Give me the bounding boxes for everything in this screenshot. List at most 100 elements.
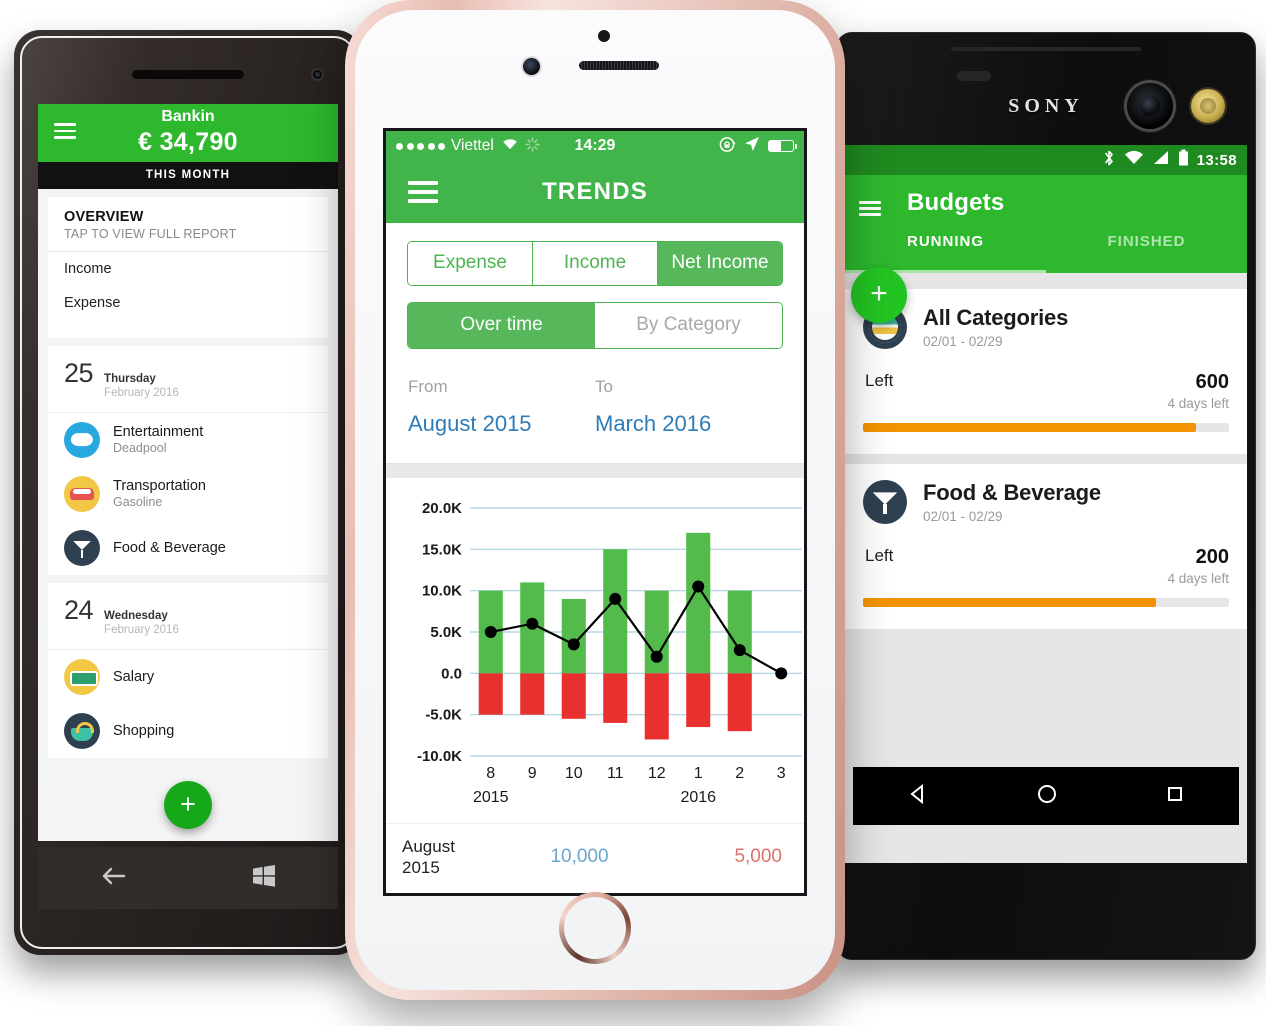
segment-income[interactable]: Income <box>533 242 658 285</box>
game-controller-icon <box>64 421 100 458</box>
svg-text:15.0K: 15.0K <box>422 541 462 558</box>
day-number: 25 <box>64 358 94 388</box>
sony-android-device: SONY 13:58 Budgets RUNNING FINISHED + Al… <box>836 32 1256 960</box>
budget-amount: 600 <box>1195 371 1229 393</box>
budget-header: All Categories 02/01 - 02/29 <box>863 305 1229 349</box>
list-item[interactable]: Food & Beverage <box>48 521 328 575</box>
svg-text:10.0K: 10.0K <box>422 583 462 600</box>
list-item[interactable]: All Categories 02/01 - 02/29 Left 600 4 … <box>845 289 1247 454</box>
android-status-bar: 13:58 <box>845 145 1247 175</box>
summary-row[interactable]: August 2015 10,000 5,000 <box>386 823 804 893</box>
list-item[interactable]: Transportation Gasoline <box>48 467 328 521</box>
triangle-back-icon[interactable] <box>905 781 931 812</box>
svg-text:8: 8 <box>486 765 495 782</box>
svg-text:12: 12 <box>648 765 666 782</box>
progress-bar <box>863 598 1229 607</box>
list-item[interactable]: Entertainment Deadpool <box>48 413 328 467</box>
svg-text:2016: 2016 <box>680 789 716 806</box>
sony-phone-screen: 13:58 Budgets RUNNING FINISHED + All Cat… <box>845 145 1247 863</box>
period-label[interactable]: THIS MONTH <box>38 162 338 189</box>
rotation-lock-icon <box>719 136 736 157</box>
ios-status-bar: Viettel 14:29 <box>386 131 804 161</box>
from-field[interactable]: From August 2015 <box>408 377 595 437</box>
windows-logo-icon[interactable] <box>252 864 276 893</box>
list-item[interactable]: Shopping <box>48 704 328 758</box>
segment-net-income[interactable]: Net Income <box>658 242 782 285</box>
svg-text:0.0: 0.0 <box>441 665 462 682</box>
svg-text:-5.0K: -5.0K <box>425 707 462 724</box>
to-value[interactable]: March 2016 <box>595 411 782 437</box>
days-left-label: 4 days left <box>1167 571 1229 586</box>
type-segmented-control: Expense Income Net Income <box>407 241 783 286</box>
windows-phone-shell: Bankin € 34,790 THIS MONTH OVERVIEW TAP … <box>20 36 356 949</box>
overview-card[interactable]: OVERVIEW TAP TO VIEW FULL REPORT Income … <box>48 197 328 338</box>
iphone-shell: Viettel 14:29 TRENDS Expense Income Net … <box>345 0 845 1000</box>
segment-over-time[interactable]: Over time <box>408 303 595 348</box>
home-button[interactable] <box>559 892 631 964</box>
ios-app-bar: TRENDS <box>386 161 804 223</box>
budget-header: Food & Beverage 02/01 - 02/29 <box>863 480 1229 524</box>
circle-home-icon[interactable] <box>1034 781 1060 812</box>
from-value[interactable]: August 2015 <box>408 411 595 437</box>
transaction-category: Shopping <box>113 722 175 739</box>
budget-amount-row: Left 200 4 days left <box>863 546 1229 586</box>
front-camera-icon <box>1127 83 1173 129</box>
budget-amount: 200 <box>1195 546 1229 568</box>
transaction-category: Entertainment <box>113 424 204 441</box>
progress-fill <box>863 423 1197 432</box>
month-label: February 2016 <box>104 387 179 400</box>
proximity-sensor-icon <box>598 30 610 42</box>
transaction-note: Deadpool <box>113 441 167 456</box>
day-number: 24 <box>64 594 94 625</box>
square-recents-icon[interactable] <box>1163 782 1187 811</box>
svg-text:1: 1 <box>694 765 703 782</box>
iphone-screen: Viettel 14:29 TRENDS Expense Income Net … <box>383 128 807 896</box>
summary-month: August 2015 <box>402 836 512 879</box>
android-app-bar: Budgets RUNNING FINISHED <box>845 175 1247 273</box>
tab-finished[interactable]: FINISHED <box>1046 233 1247 273</box>
signal-icon <box>1152 150 1170 171</box>
budget-date-range: 02/01 - 02/29 <box>923 509 1003 524</box>
earpiece-speaker <box>579 61 659 70</box>
add-budget-button[interactable]: + <box>851 267 907 323</box>
hamburger-icon[interactable] <box>859 201 881 216</box>
transaction-note: Gasoline <box>113 495 163 510</box>
sync-spinner-icon <box>525 136 540 156</box>
earpiece-speaker <box>957 71 991 81</box>
month-label: February 2016 <box>104 624 179 637</box>
summary-income: 10,000 <box>550 846 609 868</box>
to-field[interactable]: To March 2016 <box>595 377 782 437</box>
transaction-category: Food & Beverage <box>113 539 226 556</box>
left-label: Left <box>865 371 894 390</box>
list-item[interactable]: Food & Beverage 02/01 - 02/29 Left 200 4… <box>845 464 1247 629</box>
day-group-25: 25 Thursday February 2016 Entertainment … <box>48 346 328 575</box>
from-label: From <box>408 377 448 396</box>
basket-icon <box>64 712 100 749</box>
windows-phone-navbar <box>38 847 338 909</box>
overview-row-income: Income <box>64 261 112 277</box>
cocktail-icon <box>863 480 907 524</box>
progress-fill <box>863 598 1156 607</box>
svg-text:-10.0K: -10.0K <box>417 748 462 765</box>
bluetooth-icon <box>1102 149 1116 172</box>
back-arrow-icon[interactable] <box>101 867 127 890</box>
segment-by-category[interactable]: By Category <box>595 303 782 348</box>
list-item[interactable]: Salary <box>48 650 328 704</box>
iphone-device: Viettel 14:29 TRENDS Expense Income Net … <box>345 0 845 1000</box>
overview-body: Income Expense <box>48 252 328 338</box>
page-title: Budgets <box>907 189 1005 216</box>
earpiece-speaker <box>132 70 244 79</box>
wifi-icon <box>501 137 519 155</box>
top-seam <box>951 47 1141 51</box>
segment-expense[interactable]: Expense <box>408 242 533 285</box>
add-transaction-button[interactable]: + <box>164 781 212 829</box>
weekday-label: Wednesday <box>104 609 168 622</box>
front-camera-icon <box>523 58 540 75</box>
windows-phone-screen: Bankin € 34,790 THIS MONTH OVERVIEW TAP … <box>38 104 338 841</box>
location-arrow-icon <box>744 136 760 156</box>
trends-chart[interactable]: 20.0K 15.0K 10.0K 5.0K 0.0 -5.0K -10.0K 8 9 10 11 1… <box>386 478 804 823</box>
transaction-category: Transportation <box>113 478 206 495</box>
wp-app-header: Bankin € 34,790 <box>38 104 338 162</box>
three-device-mockup: Bankin € 34,790 THIS MONTH OVERVIEW TAP … <box>0 0 1266 1026</box>
date-header: 24 Wednesday February 2016 <box>48 583 328 650</box>
